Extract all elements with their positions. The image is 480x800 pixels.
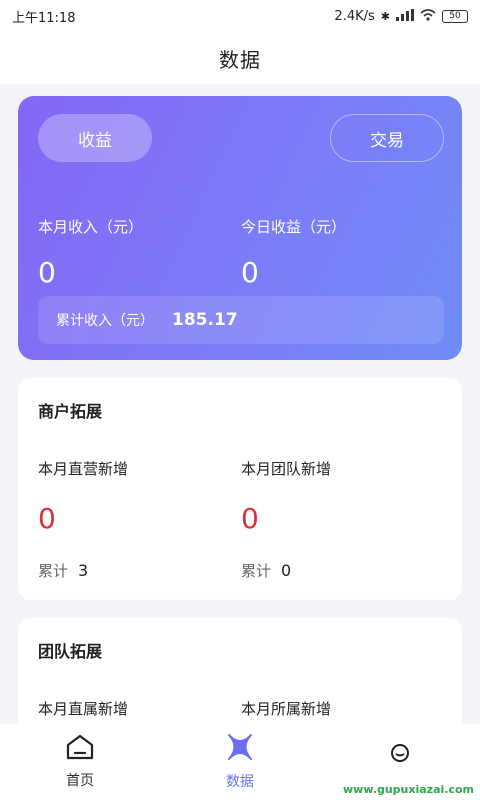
direct-affiliate-label: 本月直属新增 xyxy=(38,700,129,718)
tab-profile[interactable] xyxy=(340,743,460,781)
team-total-value: 0 xyxy=(281,561,292,580)
team-total-label: 累计 xyxy=(241,562,272,580)
cumulative-income-label: 累计收入（元） xyxy=(56,313,154,329)
affiliate-new-label: 本月所属新增 xyxy=(241,700,332,718)
tab-home-label: 首页 xyxy=(66,773,94,789)
data-icon xyxy=(225,733,255,765)
page-title: 数据 xyxy=(219,47,261,72)
status-icons: 2.4K/s ✱ 50 xyxy=(334,8,468,24)
tab-income[interactable]: 收益 xyxy=(38,114,152,162)
team-expansion-card: 团队拓展 本月直属新增 本月所属新增 xyxy=(18,618,462,724)
direct-total-value: 3 xyxy=(78,561,89,580)
today-earnings-value: 0 xyxy=(241,256,259,289)
watermark: www.gupuxiazai.com xyxy=(343,783,474,796)
tab-trade[interactable]: 交易 xyxy=(330,114,444,162)
tab-data-label: 数据 xyxy=(226,774,254,790)
team-total: 累计 0 xyxy=(241,560,291,581)
merchant-card-title: 商户拓展 xyxy=(38,402,103,421)
month-income-label: 本月收入（元） xyxy=(38,218,144,236)
direct-new-label: 本月直营新增 xyxy=(38,460,129,478)
network-speed: 2.4K/s xyxy=(334,8,375,24)
team-card-title: 团队拓展 xyxy=(38,642,103,661)
today-earnings-label: 今日收益（元） xyxy=(241,218,347,236)
nav-bar: 数据 xyxy=(0,32,480,84)
direct-total-label: 累计 xyxy=(38,562,69,580)
bluetooth-icon: ✱ xyxy=(380,9,390,23)
team-new-value: 0 xyxy=(241,502,259,535)
home-icon xyxy=(65,734,95,764)
team-new-label: 本月团队新增 xyxy=(241,460,332,478)
profile-icon xyxy=(385,743,415,775)
cumulative-income-value: 185.17 xyxy=(172,310,238,330)
direct-total: 累计 3 xyxy=(38,560,88,581)
signal-icon xyxy=(396,8,414,24)
earnings-card: 收益 交易 本月收入（元） 0 今日收益（元） 0 累计收入（元） 185.17 xyxy=(18,96,462,360)
tab-data[interactable]: 数据 xyxy=(180,733,300,791)
direct-new-value: 0 xyxy=(38,502,56,535)
wifi-icon xyxy=(420,8,436,24)
scroll-content[interactable]: 收益 交易 本月收入（元） 0 今日收益（元） 0 累计收入（元） 185.17… xyxy=(0,84,480,724)
merchant-expansion-card: 商户拓展 本月直营新增 0 累计 3 本月团队新增 0 累计 0 xyxy=(18,378,462,600)
tab-home[interactable]: 首页 xyxy=(20,734,140,790)
cumulative-income-box: 累计收入（元） 185.17 xyxy=(38,296,444,344)
status-bar: 上午11:18 2.4K/s ✱ 50 xyxy=(0,0,480,32)
month-income-value: 0 xyxy=(38,256,56,289)
battery-icon: 50 xyxy=(442,9,468,23)
status-time: 上午11:18 xyxy=(12,10,76,26)
